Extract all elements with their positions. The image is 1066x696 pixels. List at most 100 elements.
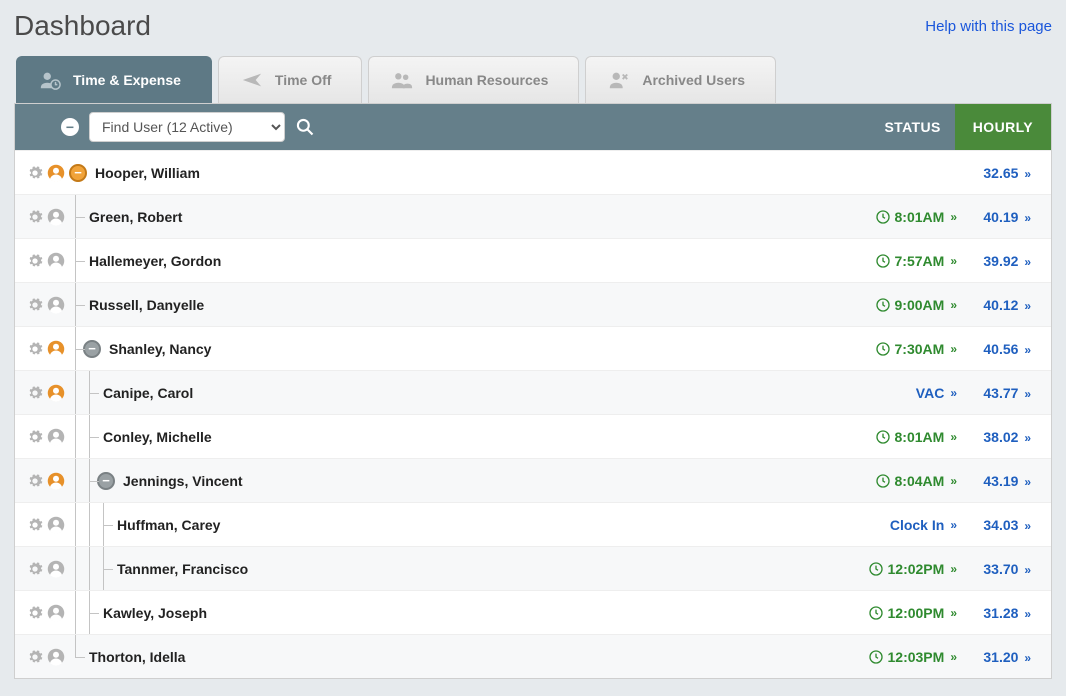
person-icon[interactable]: [47, 472, 65, 490]
user-name[interactable]: Hallemeyer, Gordon: [89, 253, 221, 269]
user-name[interactable]: Kawley, Joseph: [103, 605, 207, 621]
tab-human-resources[interactable]: Human Resources: [368, 56, 579, 103]
person-icon[interactable]: [47, 648, 65, 666]
gear-icon[interactable]: [27, 605, 43, 621]
person-icon[interactable]: [47, 516, 65, 534]
status-cell[interactable]: Clock In»: [837, 517, 957, 533]
row-icons: [27, 208, 69, 226]
person-icon[interactable]: [47, 428, 65, 446]
status-cell[interactable]: 8:04AM»: [837, 473, 957, 489]
user-name[interactable]: Thorton, Idella: [89, 649, 185, 665]
person-icon[interactable]: [47, 384, 65, 402]
tab-time-expense[interactable]: Time & Expense: [16, 56, 212, 103]
status-time: 12:03PM: [888, 649, 945, 665]
status-cell[interactable]: 12:03PM»: [837, 649, 957, 665]
user-name[interactable]: Conley, Michelle: [103, 429, 212, 445]
status-cell[interactable]: 8:01AM»: [837, 429, 957, 445]
row-icons: [27, 604, 69, 622]
chevron-right-icon: »: [1024, 211, 1031, 225]
find-user-select[interactable]: Find User (12 Active): [89, 112, 285, 142]
tree-cell: Green, Robert: [69, 195, 837, 238]
hourly-value[interactable]: 40.12 »: [957, 297, 1031, 313]
gear-icon[interactable]: [27, 649, 43, 665]
user-row: Kawley, Joseph 12:00PM»31.28 »: [15, 590, 1051, 634]
gear-icon[interactable]: [27, 561, 43, 577]
user-name[interactable]: Russell, Danyelle: [89, 297, 204, 313]
user-name[interactable]: Jennings, Vincent: [123, 473, 243, 489]
hourly-value[interactable]: 34.03 »: [957, 517, 1031, 533]
tab-time-off[interactable]: Time Off: [218, 56, 363, 103]
hourly-value[interactable]: 33.70 »: [957, 561, 1031, 577]
gear-icon[interactable]: [27, 341, 43, 357]
user-name[interactable]: Huffman, Carey: [117, 517, 220, 533]
user-name[interactable]: Canipe, Carol: [103, 385, 193, 401]
tree-lines: [69, 327, 83, 370]
collapse-toggle[interactable]: −: [69, 164, 87, 182]
hourly-value[interactable]: 38.02 »: [957, 429, 1031, 445]
status-link[interactable]: Clock In: [890, 517, 944, 533]
hourly-value[interactable]: 43.19 »: [957, 473, 1031, 489]
user-row: −Hooper, William 32.65 »: [15, 150, 1051, 194]
gear-icon[interactable]: [27, 517, 43, 533]
status-cell[interactable]: VAC»: [837, 385, 957, 401]
hourly-value[interactable]: 40.56 »: [957, 341, 1031, 357]
status-cell[interactable]: 7:30AM»: [837, 341, 957, 357]
tree-lines: [69, 591, 97, 634]
tree-cell: Conley, Michelle: [69, 415, 837, 458]
hourly-value[interactable]: 43.77 »: [957, 385, 1031, 401]
gear-icon[interactable]: [27, 165, 43, 181]
search-icon[interactable]: [295, 117, 315, 137]
status-cell[interactable]: 8:01AM»: [837, 209, 957, 225]
column-header-status: STATUS: [855, 119, 955, 135]
status-time: 12:00PM: [888, 605, 945, 621]
status-cell[interactable]: 12:00PM»: [837, 605, 957, 621]
gear-icon[interactable]: [27, 253, 43, 269]
hourly-value[interactable]: 31.28 »: [957, 605, 1031, 621]
tree-cell: −Jennings, Vincent: [69, 459, 837, 502]
chevron-right-icon: »: [1024, 431, 1031, 445]
collapse-toggle[interactable]: −: [83, 340, 101, 358]
person-icon[interactable]: [47, 604, 65, 622]
tree-cell: Canipe, Carol: [69, 371, 837, 414]
user-name[interactable]: Shanley, Nancy: [109, 341, 211, 357]
clock-icon: [868, 561, 884, 577]
row-icons: [27, 472, 69, 490]
user-name[interactable]: Green, Robert: [89, 209, 182, 225]
collapse-toggle[interactable]: −: [97, 472, 115, 490]
status-link[interactable]: VAC: [916, 385, 945, 401]
gear-icon[interactable]: [27, 473, 43, 489]
help-link[interactable]: Help with this page: [925, 18, 1052, 35]
collapse-all-button[interactable]: −: [61, 118, 79, 136]
hourly-value[interactable]: 31.20 »: [957, 649, 1031, 665]
tree-lines: [69, 415, 97, 458]
chevron-right-icon: »: [1024, 475, 1031, 489]
status-cell[interactable]: 9:00AM»: [837, 297, 957, 313]
tab-archived-users[interactable]: Archived Users: [585, 56, 776, 103]
column-header-hourly[interactable]: HOURLY: [955, 104, 1051, 150]
status-time: 8:04AM: [895, 473, 945, 489]
person-icon[interactable]: [47, 560, 65, 578]
hourly-value[interactable]: 32.65 »: [957, 165, 1031, 181]
tree-lines: [69, 371, 97, 414]
person-icon[interactable]: [47, 252, 65, 270]
chevron-right-icon: »: [950, 562, 957, 576]
user-row: −Shanley, Nancy 7:30AM»40.56 »: [15, 326, 1051, 370]
page-title: Dashboard: [14, 10, 151, 42]
person-icon[interactable]: [47, 208, 65, 226]
user-row: Russell, Danyelle 9:00AM»40.12 »: [15, 282, 1051, 326]
person-icon[interactable]: [47, 164, 65, 182]
status-cell[interactable]: 7:57AM»: [837, 253, 957, 269]
hourly-value[interactable]: 39.92 »: [957, 253, 1031, 269]
gear-icon[interactable]: [27, 209, 43, 225]
person-icon[interactable]: [47, 296, 65, 314]
gear-icon[interactable]: [27, 385, 43, 401]
gear-icon[interactable]: [27, 297, 43, 313]
gear-icon[interactable]: [27, 429, 43, 445]
hourly-value[interactable]: 40.19 »: [957, 209, 1031, 225]
clock-icon: [875, 341, 891, 357]
user-name[interactable]: Hooper, William: [95, 165, 200, 181]
status-cell[interactable]: 12:02PM»: [837, 561, 957, 577]
person-icon[interactable]: [47, 340, 65, 358]
people-icon: [391, 69, 413, 91]
user-name[interactable]: Tannmer, Francisco: [117, 561, 248, 577]
